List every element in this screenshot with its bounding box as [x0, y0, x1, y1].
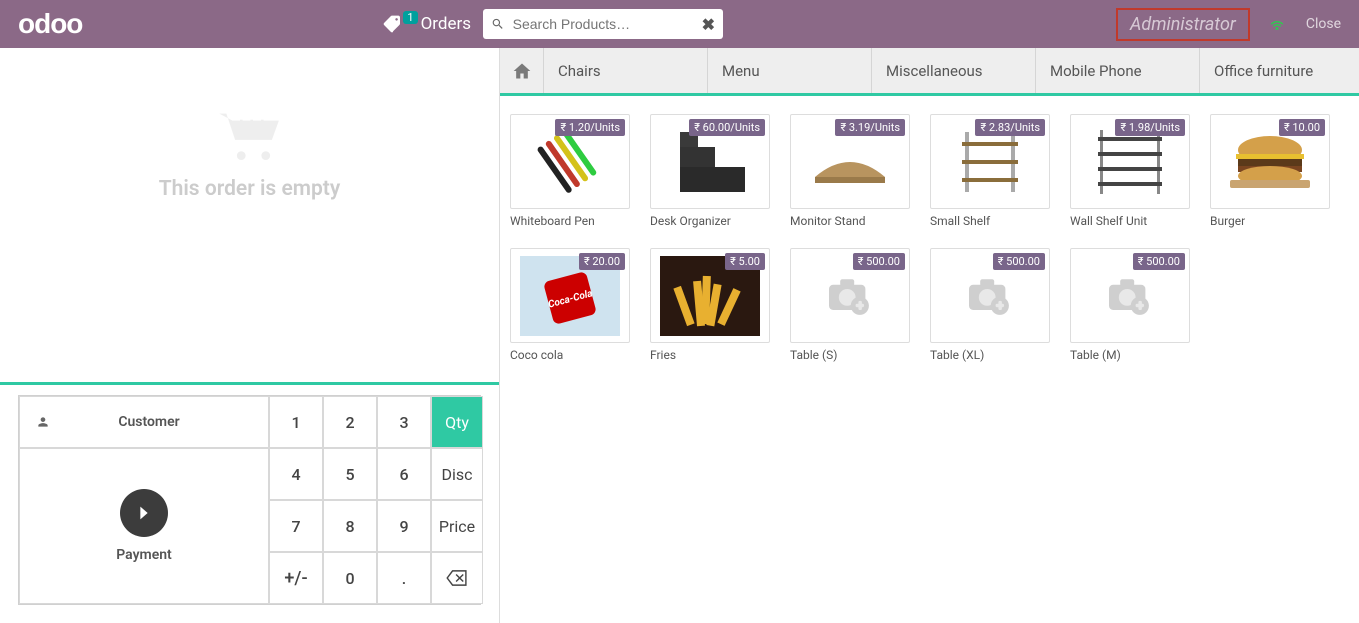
user-menu[interactable]: Administrator — [1116, 8, 1250, 41]
price-tag: ₹ 10.00 — [1279, 119, 1325, 136]
tag-icon — [382, 14, 402, 34]
product-name: Table (XL) — [930, 348, 1050, 362]
product-card[interactable]: ₹ 3.19/Units Monitor Stand — [790, 114, 910, 228]
payment-label: Payment — [116, 547, 172, 563]
numpad-3[interactable]: 3 — [377, 396, 431, 448]
product-card[interactable]: ₹ 5.00 Fries — [650, 248, 770, 362]
product-panel: ChairsMenuMiscellaneousMobile PhoneOffic… — [500, 48, 1359, 623]
backspace-icon — [446, 570, 468, 586]
search-box[interactable]: ✖ — [483, 9, 723, 39]
price-tag: ₹ 1.98/Units — [1115, 119, 1185, 136]
product-image: ₹ 500.00 — [1070, 248, 1190, 343]
price-tag: ₹ 500.00 — [993, 253, 1045, 270]
category-tab-chairs[interactable]: Chairs — [544, 48, 708, 93]
orders-button[interactable]: 1 Orders — [382, 14, 471, 34]
product-card[interactable]: ₹ 20.00Coca-Cola Coco cola — [510, 248, 630, 362]
product-image: ₹ 1.20/Units — [510, 114, 630, 209]
product-name: Wall Shelf Unit — [1070, 214, 1190, 228]
home-category[interactable] — [500, 48, 544, 93]
product-card[interactable]: ₹ 1.20/Units Whiteboard Pen — [510, 114, 630, 228]
product-image: ₹ 20.00Coca-Cola — [510, 248, 630, 343]
mode-price[interactable]: Price — [431, 500, 483, 552]
product-card[interactable]: ₹ 60.00/Units Desk Organizer — [650, 114, 770, 228]
order-area: This order is empty — [0, 48, 499, 382]
numpad-4[interactable]: 4 — [269, 448, 323, 500]
mode-qty[interactable]: Qty — [431, 396, 483, 448]
orders-badge: 1 — [403, 11, 417, 24]
price-tag: ₹ 2.83/Units — [975, 119, 1045, 136]
category-tab-mobile-phone[interactable]: Mobile Phone — [1036, 48, 1200, 93]
product-card[interactable]: ₹ 500.00 Table (XL) — [930, 248, 1050, 362]
payment-circle — [120, 489, 168, 537]
product-card[interactable]: ₹ 500.00 Table (M) — [1070, 248, 1190, 362]
chevron-right-icon — [133, 502, 155, 524]
numpad-1[interactable]: 1 — [269, 396, 323, 448]
numpad-backspace[interactable] — [431, 552, 483, 604]
close-button[interactable]: Close — [1306, 16, 1341, 32]
top-bar: odoo 1 Orders ✖ Administrator Close — [0, 0, 1359, 48]
payment-button[interactable]: Payment — [19, 448, 269, 604]
user-icon — [36, 415, 50, 429]
product-image: ₹ 5.00 — [650, 248, 770, 343]
category-tab-menu[interactable]: Menu — [708, 48, 872, 93]
category-tab-miscellaneous[interactable]: Miscellaneous — [872, 48, 1036, 93]
numpad-7[interactable]: 7 — [269, 500, 323, 552]
customer-label: Customer — [50, 414, 268, 430]
empty-order-text: This order is empty — [159, 177, 341, 201]
product-name: Whiteboard Pen — [510, 214, 630, 228]
product-name: Small Shelf — [930, 214, 1050, 228]
price-tag: ₹ 500.00 — [1133, 253, 1185, 270]
product-grid: ₹ 1.20/Units Whiteboard Pen ₹ 60.00/Units D… — [500, 96, 1359, 623]
product-image: ₹ 2.83/Units — [930, 114, 1050, 209]
product-image: ₹ 3.19/Units — [790, 114, 910, 209]
product-name: Desk Organizer — [650, 214, 770, 228]
product-name: Monitor Stand — [790, 214, 910, 228]
price-tag: ₹ 5.00 — [725, 253, 765, 270]
numpad-area: Customer 1 2 3 Qty Payment 4 5 6 Disc 7 … — [0, 385, 499, 623]
product-image: ₹ 500.00 — [790, 248, 910, 343]
order-panel: This order is empty Customer 1 2 3 Qty P… — [0, 48, 500, 623]
price-tag: ₹ 3.19/Units — [835, 119, 905, 136]
product-name: Burger — [1210, 214, 1330, 228]
numpad-dot[interactable]: . — [377, 552, 431, 604]
wifi-icon — [1268, 15, 1286, 33]
clear-search-icon[interactable]: ✖ — [702, 15, 715, 34]
numpad-0[interactable]: 0 — [323, 552, 377, 604]
numpad-5[interactable]: 5 — [323, 448, 377, 500]
product-name: Table (M) — [1070, 348, 1190, 362]
cart-icon — [215, 108, 285, 163]
product-image: ₹ 10.00 — [1210, 114, 1330, 209]
customer-button[interactable]: Customer — [19, 396, 269, 448]
product-card[interactable]: ₹ 500.00 Table (S) — [790, 248, 910, 362]
price-tag: ₹ 20.00 — [579, 253, 625, 270]
product-name: Coco cola — [510, 348, 630, 362]
product-card[interactable]: ₹ 1.98/Units Wall Shelf Unit — [1070, 114, 1190, 228]
category-tab-office-furniture[interactable]: Office furniture — [1200, 48, 1359, 93]
product-card[interactable]: ₹ 10.00 Burger — [1210, 114, 1330, 228]
price-tag: ₹ 1.20/Units — [555, 119, 625, 136]
product-name: Fries — [650, 348, 770, 362]
product-card[interactable]: ₹ 2.83/Units Small Shelf — [930, 114, 1050, 228]
numpad-9[interactable]: 9 — [377, 500, 431, 552]
numpad-plusminus[interactable]: +/- — [269, 552, 323, 604]
product-image: ₹ 1.98/Units — [1070, 114, 1190, 209]
numpad-2[interactable]: 2 — [323, 396, 377, 448]
mode-disc[interactable]: Disc — [431, 448, 483, 500]
search-input[interactable] — [505, 16, 702, 32]
search-icon — [491, 17, 505, 31]
product-name: Table (S) — [790, 348, 910, 362]
logo: odoo — [18, 8, 82, 40]
orders-label: Orders — [421, 14, 471, 34]
price-tag: ₹ 500.00 — [853, 253, 905, 270]
numpad-6[interactable]: 6 — [377, 448, 431, 500]
product-image: ₹ 60.00/Units — [650, 114, 770, 209]
category-bar: ChairsMenuMiscellaneousMobile PhoneOffic… — [500, 48, 1359, 96]
home-icon — [512, 61, 532, 81]
product-image: ₹ 500.00 — [930, 248, 1050, 343]
numpad-8[interactable]: 8 — [323, 500, 377, 552]
price-tag: ₹ 60.00/Units — [689, 119, 765, 136]
